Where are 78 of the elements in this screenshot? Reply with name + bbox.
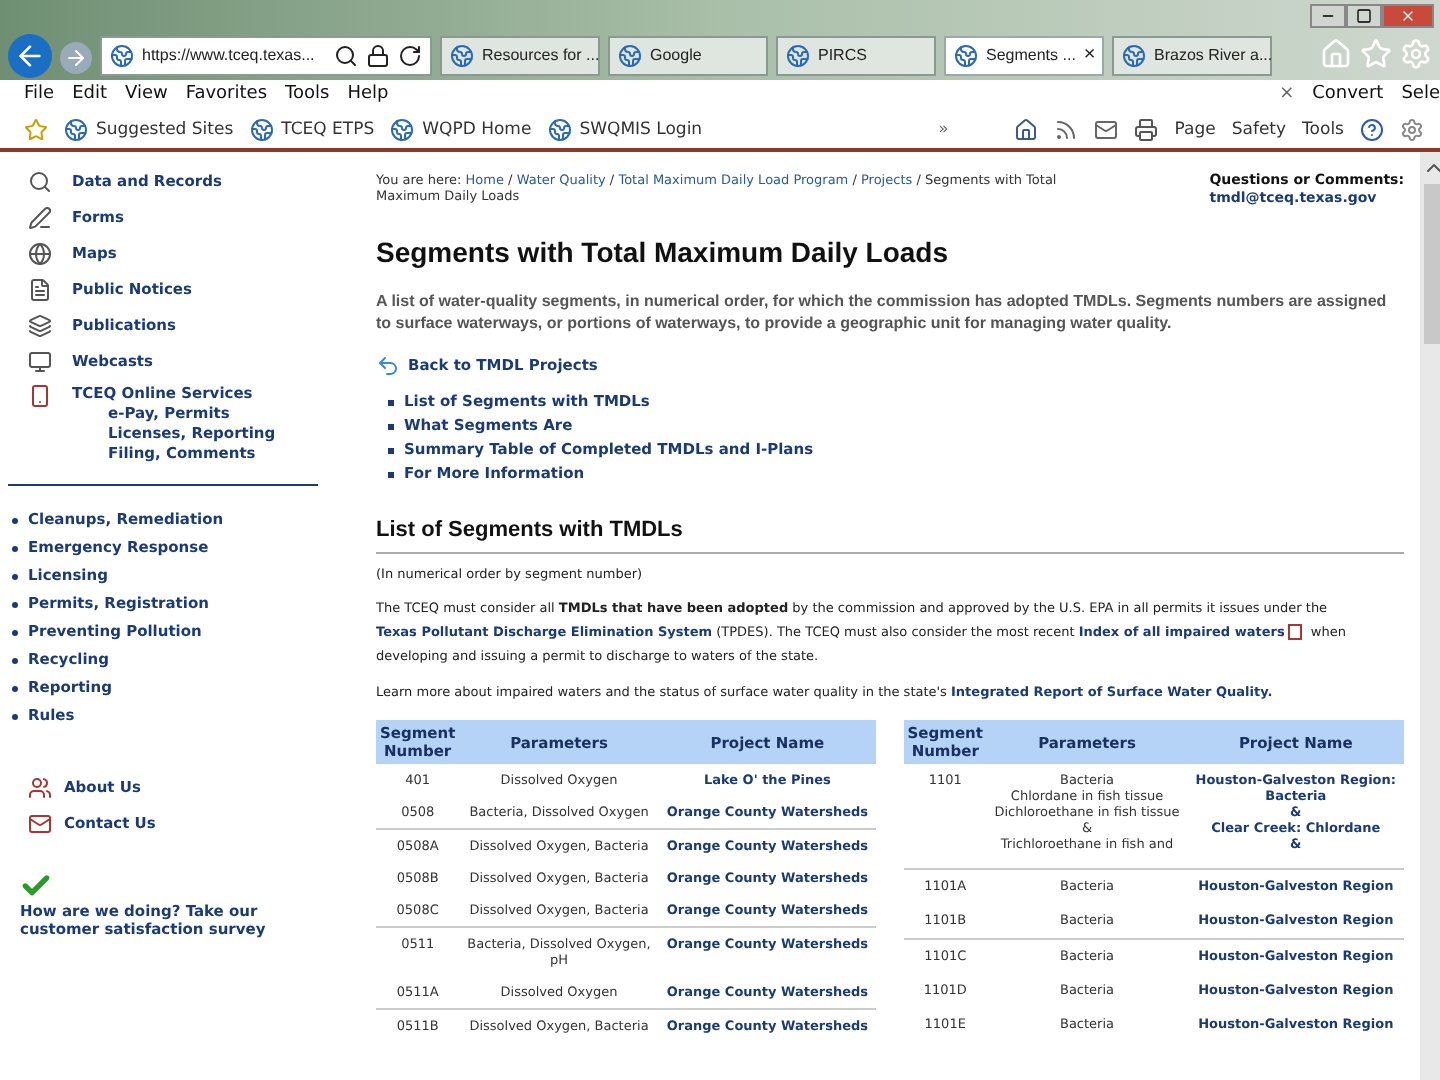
page-icon [954, 44, 978, 68]
search-icon [334, 44, 358, 68]
page-icon [618, 44, 642, 68]
sidebar-icon [28, 278, 52, 302]
menu-item[interactable]: Help [347, 82, 389, 110]
pdf-icon[interactable] [1288, 624, 1303, 641]
maximize-button[interactable] [1346, 4, 1382, 28]
page-icon [786, 44, 810, 68]
menu-item[interactable]: View [125, 82, 168, 110]
refresh-icon[interactable] [398, 44, 422, 68]
scroll-thumb[interactable] [1424, 184, 1440, 344]
mail-icon[interactable] [1094, 118, 1119, 142]
bullet-icon [388, 399, 394, 405]
page-icon [110, 44, 134, 68]
phone-icon [28, 384, 52, 408]
command-button[interactable]: Page [1174, 117, 1216, 143]
bullet-icon [12, 685, 18, 691]
minimize-button[interactable] [1310, 4, 1346, 28]
lock-icon [366, 44, 390, 68]
browser-tab[interactable]: Segments ... × [944, 36, 1104, 76]
browser-tab[interactable]: Brazos River a... [1112, 36, 1272, 76]
menu-item[interactable]: Edit [72, 82, 107, 110]
bullet-icon [12, 517, 18, 523]
command-button[interactable]: Safety [1231, 117, 1287, 143]
favorite-link[interactable]: SWQMIS Login [547, 117, 703, 143]
help-icon[interactable] [1360, 118, 1384, 142]
browser-tab[interactable]: Resources for ... [440, 36, 600, 76]
bullet-icon [388, 447, 394, 453]
page-icon [390, 118, 415, 142]
convert-button[interactable]: Convert [1312, 82, 1384, 110]
sidebar-icon [28, 206, 52, 230]
sidebar-icon [28, 242, 52, 266]
home-icon[interactable] [1014, 118, 1039, 142]
more-chevron[interactable]: » [938, 117, 949, 143]
page-icon [64, 118, 88, 142]
about-icon [28, 776, 52, 800]
sidebar-icon [28, 170, 52, 194]
back-arrow-icon [376, 354, 400, 378]
page-icon [450, 44, 474, 68]
menu-item[interactable]: Tools [285, 82, 330, 110]
favorite-link[interactable]: TCEQ ETPS [249, 117, 375, 143]
favorite-link[interactable]: Suggested Sites [64, 117, 234, 143]
bullet-icon [12, 713, 18, 719]
bullet-icon [12, 545, 18, 551]
address-field[interactable]: https://www.tceq.texas... [100, 36, 432, 76]
bullet-icon [388, 471, 394, 477]
bullet-icon [12, 573, 18, 579]
sidebar-icon [28, 350, 52, 374]
bullet-icon [12, 601, 18, 607]
settings-icon[interactable] [1400, 118, 1424, 142]
favorite-link[interactable]: WQPD Home [390, 117, 532, 143]
bullet-icon [388, 423, 394, 429]
browser-tab[interactable]: Google [608, 36, 768, 76]
close-tab-button[interactable]: × [1083, 46, 1096, 66]
page-icon [1122, 44, 1146, 68]
select-button[interactable]: Sele [1401, 82, 1440, 110]
maximize-icon [1356, 8, 1372, 24]
bullet-icon [12, 629, 18, 635]
command-button[interactable]: Tools [1302, 117, 1344, 143]
section-heading: List of Segments with TMDLs [376, 514, 1404, 553]
about-icon [28, 812, 52, 836]
sidebar-icon [28, 314, 52, 338]
intro-text: A list of water-quality segments, in numerical order, for which the commission has adopted TMDLs. Segments numbers are assigned to surface waterways, or portions of waterways, to provide a geographic unit for managing water quality. [376, 290, 1389, 334]
print-icon[interactable] [1134, 118, 1159, 142]
close-icon [1400, 8, 1416, 24]
browser-tab[interactable]: PIRCS [776, 36, 936, 76]
page-icon [249, 118, 274, 142]
forward-button[interactable] [60, 42, 92, 74]
scrollbar[interactable] [1420, 152, 1440, 1080]
menu-item[interactable]: Favorites [185, 82, 268, 110]
menu-item[interactable]: File [24, 82, 55, 110]
back-button[interactable] [8, 34, 52, 78]
feed-icon[interactable] [1054, 118, 1079, 142]
bullet-icon [12, 657, 18, 663]
page-icon [547, 118, 572, 142]
page-title: Segments with Total Maximum Daily Loads [376, 234, 951, 272]
close-bar-button[interactable]: × [1279, 82, 1295, 110]
arrow-right-icon [64, 46, 88, 70]
